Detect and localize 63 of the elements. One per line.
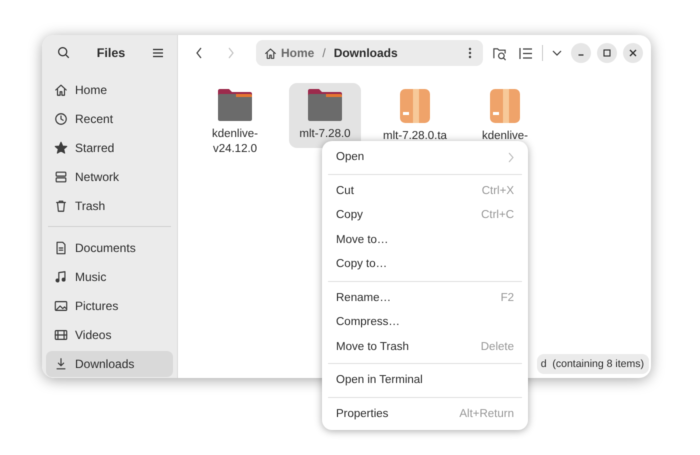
music-icon xyxy=(54,270,68,284)
breadcrumb[interactable]: Downloads xyxy=(334,46,398,60)
shortcut-text: F2 xyxy=(500,292,514,304)
film-icon xyxy=(54,328,68,342)
package-icon xyxy=(398,87,432,125)
sidebar-item[interactable]: Starred xyxy=(46,134,173,160)
file-name: mlt-7.28.0 xyxy=(299,127,351,142)
sidebar-item[interactable]: Videos xyxy=(46,322,173,348)
file-item[interactable]: mlt-7.28.0 xyxy=(289,83,361,148)
sidebar-item[interactable]: Downloads xyxy=(46,350,173,376)
close-icon xyxy=(629,49,637,57)
menu-item[interactable]: Properties Alt+Return xyxy=(328,402,522,426)
shortcut-text: Delete xyxy=(480,340,514,353)
sidebar-item[interactable]: Pictures xyxy=(46,292,173,318)
trash-icon xyxy=(54,198,68,212)
dots-icon xyxy=(468,47,472,59)
search-icon xyxy=(57,46,70,59)
sidebar-item[interactable]: Trash xyxy=(46,192,173,218)
menu-item[interactable]: Copy to… xyxy=(328,252,522,276)
menu-item[interactable]: Move to Trash Delete xyxy=(328,334,522,359)
clock-icon xyxy=(54,112,68,126)
close-button[interactable] xyxy=(623,43,643,63)
menu-item[interactable]: Rename… F2 xyxy=(328,286,522,310)
download-icon xyxy=(54,356,68,370)
menu-item[interactable]: Copy Ctrl+C xyxy=(328,203,522,228)
menu-icon xyxy=(152,46,164,58)
folder-icon xyxy=(216,87,254,123)
document-icon xyxy=(54,240,68,254)
maximize-icon xyxy=(603,49,611,57)
home-icon xyxy=(54,82,68,96)
shortcut-text: Ctrl+C xyxy=(481,209,514,222)
path-separator: / xyxy=(322,46,326,60)
chevron-left-icon xyxy=(195,47,203,59)
sidebar-item[interactable]: Music xyxy=(46,264,173,290)
folder-search-icon xyxy=(492,46,507,60)
shortcut-text: Ctrl+X xyxy=(482,184,514,197)
folder-icon xyxy=(306,87,344,123)
file-item[interactable]: kdenlive- v24.12.0 xyxy=(199,83,271,163)
home-icon xyxy=(264,46,277,60)
file-name: kdenlive- v24.12.0 xyxy=(212,127,258,157)
file-name: kdenlive- xyxy=(482,129,528,144)
sidebar-item[interactable]: Home xyxy=(46,76,173,102)
sidebar-item[interactable]: Network xyxy=(46,164,173,190)
menu-item[interactable]: Move to… xyxy=(328,228,522,252)
app-title: Files xyxy=(96,46,126,60)
shortcut-text: Alt+Return xyxy=(459,408,514,420)
menu-item[interactable]: Compress… xyxy=(328,310,522,334)
list-icon xyxy=(519,46,533,60)
sidebar-item[interactable]: Documents xyxy=(46,234,173,260)
breadcrumb[interactable]: Home xyxy=(264,46,314,60)
menu-item[interactable]: Cut Ctrl+X xyxy=(328,178,522,203)
picture-icon xyxy=(54,298,68,312)
menu-item[interactable]: Open xyxy=(328,145,522,170)
file-name: mlt-7.28.0.ta xyxy=(383,129,447,144)
chevron-right-icon xyxy=(227,47,235,59)
star-icon xyxy=(54,140,68,154)
sidebar-item[interactable]: Recent xyxy=(46,106,173,132)
server-icon xyxy=(54,170,68,184)
menu-item[interactable]: Open in Terminal xyxy=(328,368,522,392)
maximize-button[interactable] xyxy=(597,43,617,63)
package-icon xyxy=(488,87,522,125)
status-bar: d (containing 8 items) xyxy=(536,354,649,374)
caret-icon xyxy=(552,50,562,56)
